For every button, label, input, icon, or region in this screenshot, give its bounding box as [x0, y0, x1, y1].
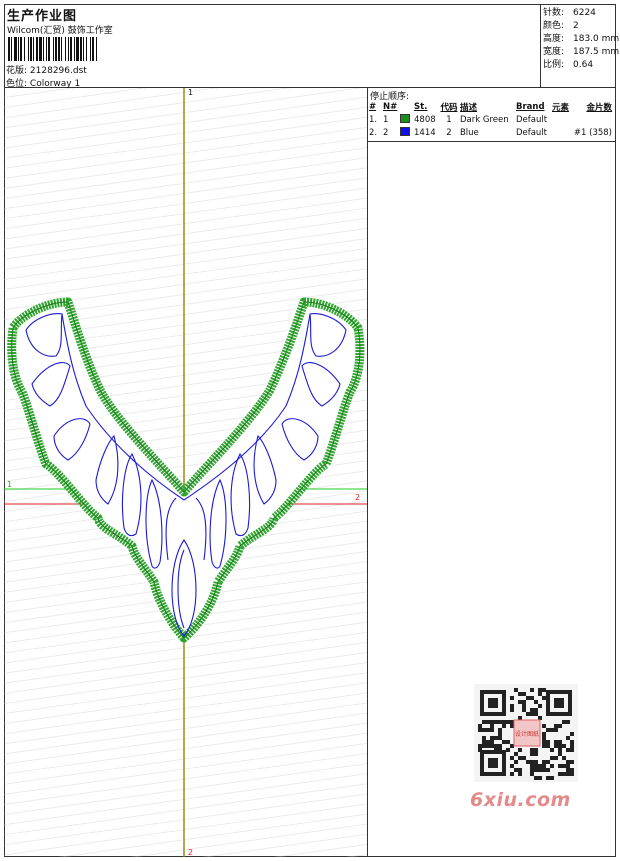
scale-value: 0.64 [573, 60, 594, 70]
color-swatch [400, 126, 410, 136]
qr-stamp: 设计图纸 [515, 730, 539, 738]
color-count-value: 2 [573, 21, 579, 31]
color-count-row: 颜色: 2 [543, 18, 579, 31]
col-header-code: 代码 [440, 102, 458, 113]
row-index: 2. [369, 127, 378, 138]
file-label: 花版: [6, 66, 28, 76]
height-label: 高度: [543, 34, 565, 44]
row-desc: Dark Green [460, 114, 509, 125]
table-row: 1. 1 4808 1 Dark Green Default [368, 113, 616, 126]
row-code: 1 [446, 114, 452, 125]
stitch-count-row: 针数: 6224 [543, 5, 596, 18]
col-header-sequin: 金片数 [586, 102, 612, 113]
row-brand: Default [515, 127, 547, 138]
color-count-label: 颜色: [543, 21, 565, 31]
row-brand: Default [516, 114, 548, 125]
table-row: 2. 2 1414 2 Blue Default #1 (358) [368, 126, 616, 139]
green-axis-label: 1 [7, 480, 13, 489]
stop-sequence-table: # N# St. 代码 描述 Brand 元素 金片数 1. 1 4808 1 … [368, 100, 616, 142]
width-label: 宽度: [543, 47, 565, 57]
row-st: 1414 [414, 127, 436, 138]
row-n: 1 [383, 114, 389, 125]
row-n: 2 [383, 127, 389, 138]
scale-row: 比例: 0.64 [543, 57, 593, 70]
row-sequin: #1 (358) [573, 127, 612, 138]
row-st: 4808 [414, 114, 436, 125]
file-name: 2128296.dst [29, 66, 87, 76]
file-line: 花版: 2128296.dst [6, 63, 87, 76]
header-panel: 生产作业图 Wilcom(汇贸) 鼓饰工作室 花版: 2128296.dst 色… [4, 4, 541, 89]
width-row: 宽度: 187.5 mm [543, 44, 619, 57]
col-header-n: N# [383, 101, 398, 112]
scale-label: 比例: [543, 60, 565, 70]
row-code: 2 [446, 127, 452, 138]
vertical-axis-top-label: 1 [188, 88, 194, 97]
col-header-element: 元素 [552, 102, 570, 113]
width-value: 187.5 mm [573, 47, 620, 57]
studio-name: Wilcom(汇贸) 鼓饰工作室 [7, 26, 113, 36]
green-satin-border [7, 297, 365, 643]
qr-code: 设计图纸 [474, 684, 578, 782]
height-value: 183.0 mm [573, 34, 620, 44]
stitch-count-label: 针数: [543, 8, 565, 18]
table-header-row: # N# St. 代码 描述 Brand 元素 金片数 [368, 100, 616, 113]
row-desc: Blue [459, 127, 479, 138]
barcode [8, 37, 97, 61]
col-header-desc: 描述 [460, 102, 478, 113]
red-axis-label: 2 [355, 493, 361, 502]
embroidery-design [4, 88, 367, 857]
col-header-st: St. [414, 101, 428, 112]
col-header-index: # [369, 101, 377, 112]
stitch-count-value: 6224 [573, 8, 596, 18]
color-swatch [400, 113, 410, 123]
page-title: 生产作业图 [7, 9, 78, 24]
height-row: 高度: 183.0 mm [543, 31, 619, 44]
row-index: 1. [369, 114, 378, 125]
vertical-axis-bottom-label: 2 [188, 848, 194, 857]
design-info-panel: 针数: 6224 颜色: 2 高度: 183.0 mm 宽度: 187.5 mm 比例:… [541, 4, 619, 88]
design-canvas: 1 2 1 2 [4, 88, 368, 857]
col-header-brand: Brand [516, 101, 545, 112]
site-watermark: 6xiu.com [470, 789, 571, 811]
